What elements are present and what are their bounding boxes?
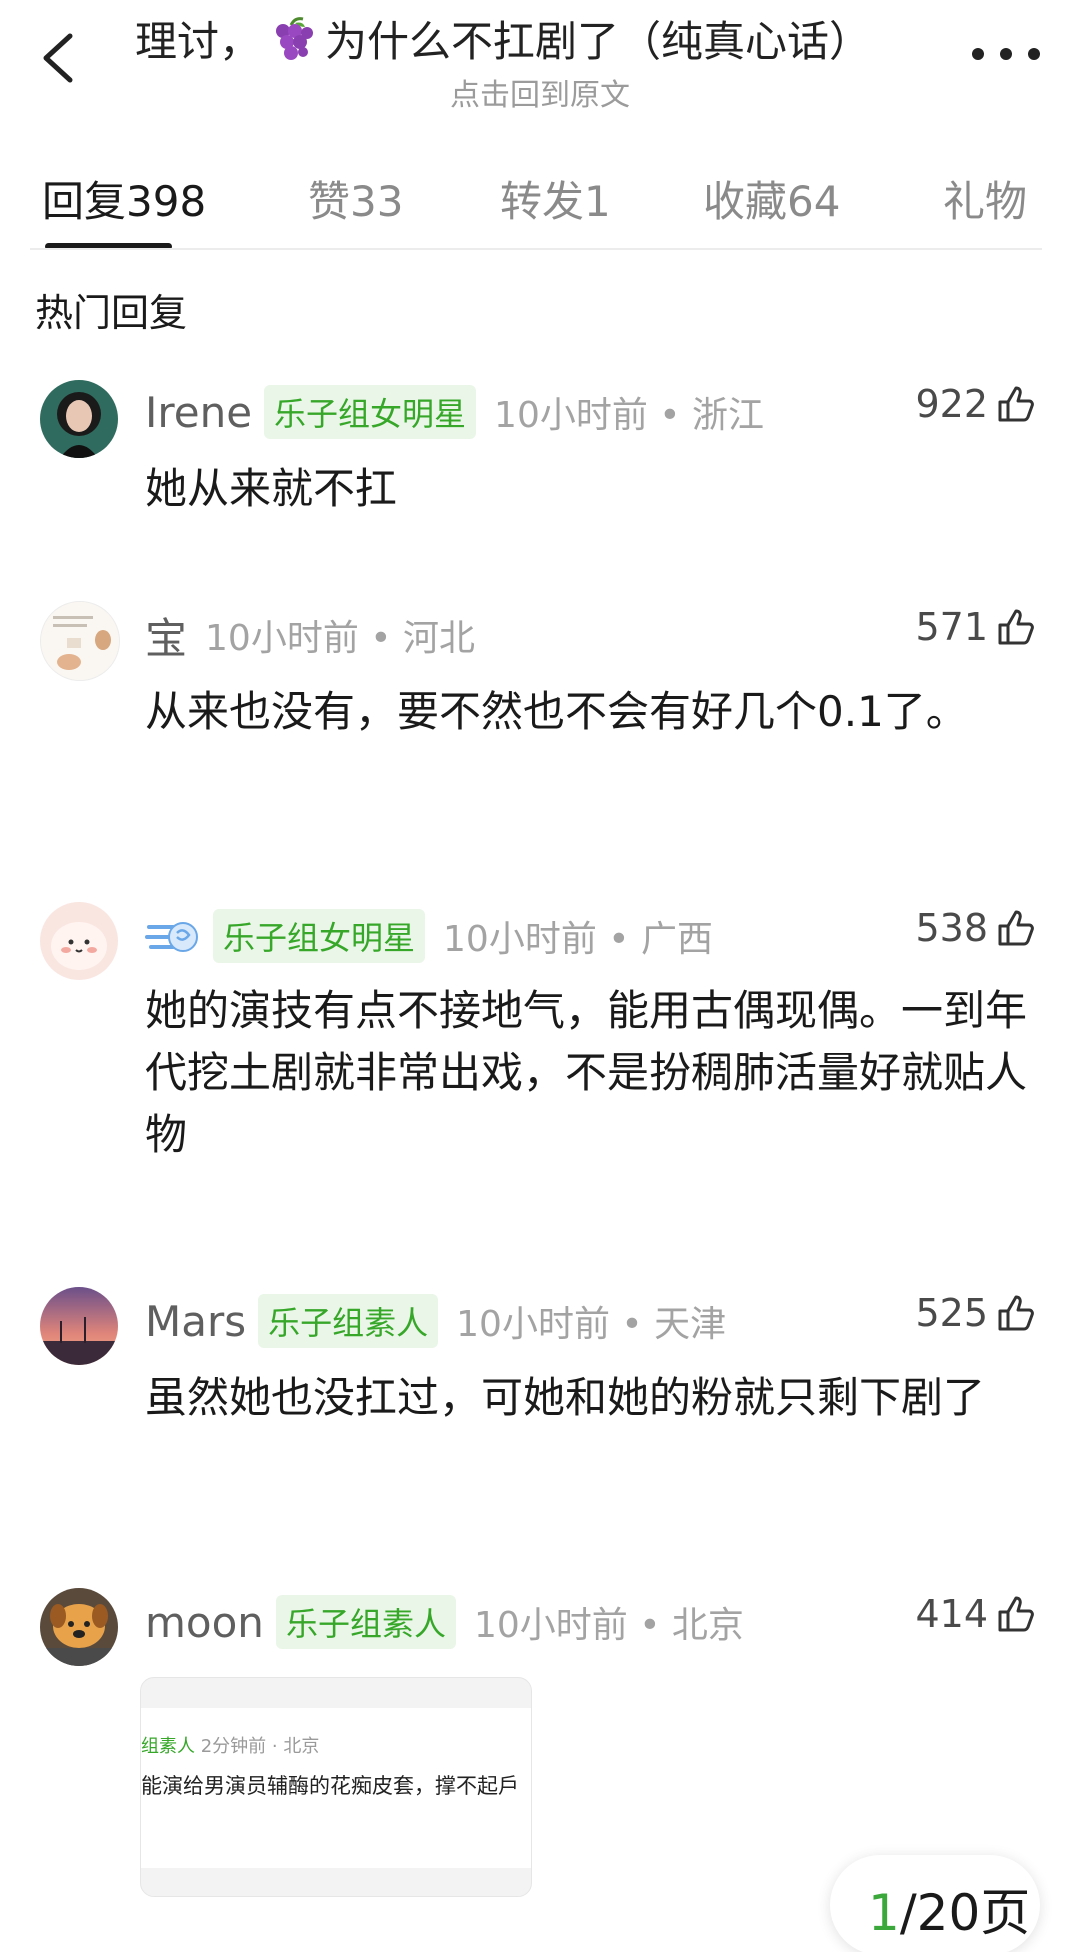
timestamp-location: 10小时前 • 河北	[205, 618, 475, 659]
avatar[interactable]	[40, 902, 118, 980]
tab-count: 33	[350, 177, 404, 226]
grape-icon	[276, 16, 314, 60]
comment-meta: Mars 乐子组素人 10小时前 • 天津	[145, 1291, 726, 1351]
back-to-original-link[interactable]: 点击回到原文	[0, 70, 1080, 114]
page-indicator[interactable]: 1/20页	[830, 1855, 1040, 1952]
tab-count: 398	[126, 177, 207, 226]
thumbs-up-icon	[998, 910, 1034, 946]
tab-reposts[interactable]: 转发1	[500, 168, 611, 229]
post-title-prefix: 理讨，	[135, 17, 262, 66]
comment-meta: 乐子组女明星 10小时前 • 广西	[145, 906, 713, 966]
like-count: 571	[915, 605, 988, 649]
comment-content: 从来也没有，要不然也不会有好几个0.1了。	[145, 687, 968, 736]
timestamp-location: 10小时前 • 浙江	[494, 395, 764, 436]
username[interactable]: Irene	[145, 388, 252, 437]
avatar-image	[40, 902, 118, 980]
timestamp-location: 10小时前 • 广西	[443, 919, 713, 960]
tab-count: 64	[787, 177, 841, 226]
tab-count: 1	[584, 177, 611, 226]
like-button[interactable]: 525	[915, 1291, 1038, 1335]
username[interactable]: moon	[145, 1598, 264, 1647]
tab-label: 转发	[500, 177, 585, 226]
avatar[interactable]	[40, 1287, 118, 1365]
tab-bar: 回复398 赞33 转发1 收藏64 礼物	[0, 150, 1080, 250]
like-button[interactable]: 414	[915, 1592, 1038, 1636]
user-badge: 乐子组素人	[258, 1294, 439, 1348]
avatar-image	[40, 1588, 118, 1666]
thumbs-up-icon	[998, 386, 1034, 422]
more-options-button[interactable]	[972, 34, 1040, 74]
more-dot-icon	[972, 48, 984, 60]
section-title: 热门回复	[35, 291, 188, 335]
avatar[interactable]	[40, 380, 118, 458]
comment-page: 理讨， 为什么不扛剧了（纯真心话） 点击回到原文 回复398 赞33 转发1 收…	[0, 0, 1080, 1952]
tab-favorites[interactable]: 收藏64	[703, 168, 840, 229]
like-count: 414	[915, 1592, 988, 1636]
username[interactable]: Mars	[145, 1297, 246, 1346]
user-badge: 乐子组女明星	[213, 909, 426, 963]
user-badge: 乐子组素人	[275, 1595, 456, 1649]
user-badge: 乐子组女明星	[264, 385, 477, 439]
thumbs-up-icon	[998, 609, 1034, 645]
comment-image-attachment[interactable]: 组素人 2分钟前 · 北京 能演给男演员辅酶的花痴皮套，撑不起戶	[140, 1677, 532, 1897]
avatar-image	[41, 602, 119, 680]
total-pages: /20页	[899, 1884, 1031, 1942]
more-dot-icon	[1000, 48, 1012, 60]
attachment-meta: 组素人 2分钟前 · 北京	[141, 1732, 319, 1758]
tab-label: 礼物	[943, 177, 1028, 226]
avatar-image	[40, 1287, 118, 1365]
thumbs-up-icon	[998, 1596, 1034, 1632]
tab-gifts[interactable]: 礼物	[943, 168, 1027, 229]
comment-meta: moon 乐子组素人 10小时前 • 北京	[145, 1592, 744, 1652]
post-title-text: 为什么不扛剧了（纯真心话）	[325, 17, 872, 66]
more-dot-icon	[1028, 48, 1040, 60]
like-button[interactable]: 538	[915, 906, 1038, 950]
tab-label: 收藏	[703, 177, 788, 226]
username[interactable]: 宝	[145, 605, 187, 666]
tab-replies[interactable]: 回复398	[42, 168, 206, 229]
thumbs-up-icon	[998, 1295, 1034, 1331]
tab-label: 赞	[308, 177, 351, 226]
current-page: 1	[868, 1884, 900, 1942]
like-button[interactable]: 922	[915, 382, 1038, 426]
avatar[interactable]	[40, 601, 120, 681]
like-count: 922	[915, 382, 988, 426]
post-title: 理讨， 为什么不扛剧了（纯真心话）	[135, 8, 955, 69]
avatar-image	[40, 380, 118, 458]
tab-likes[interactable]: 赞33	[308, 168, 403, 229]
comment-meta: Irene 乐子组女明星 10小时前 • 浙江	[145, 382, 764, 442]
page-indicator-text: 1/20页	[868, 1873, 1030, 1945]
like-button[interactable]: 571	[915, 605, 1038, 649]
attachment-badge: 组素人	[141, 1736, 195, 1757]
divider	[30, 248, 1042, 250]
avatar[interactable]	[40, 1588, 118, 1666]
attachment-preview: 组素人 2分钟前 · 北京 能演给男演员辅酶的花痴皮套，撑不起戶	[141, 1708, 531, 1868]
comment-meta: 宝 10小时前 • 河北	[145, 605, 475, 665]
top-bar: 理讨， 为什么不扛剧了（纯真心话） 点击回到原文	[0, 0, 1080, 120]
like-count: 538	[915, 906, 988, 950]
like-count: 525	[915, 1291, 988, 1335]
wind-emoji-icon	[145, 922, 198, 952]
tab-label: 回复	[42, 177, 127, 226]
timestamp-location: 10小时前 • 天津	[456, 1304, 727, 1345]
comment-content: 她的演技有点不接地气，能用古偶现偶。一到年代挖土剧就非常出戏，不是扮稠肺活量好就…	[145, 986, 1028, 1159]
timestamp-location: 10小时前 • 北京	[473, 1605, 744, 1646]
attachment-text: 能演给男演员辅酶的花痴皮套，撑不起戶	[141, 1774, 519, 1798]
comment-content: 她从来就不扛	[145, 464, 398, 513]
comment-content: 虽然她也没扛过，可她和她的粉就只剩下剧了	[145, 1373, 986, 1422]
attachment-time: 2分钟前 · 北京	[200, 1736, 320, 1757]
